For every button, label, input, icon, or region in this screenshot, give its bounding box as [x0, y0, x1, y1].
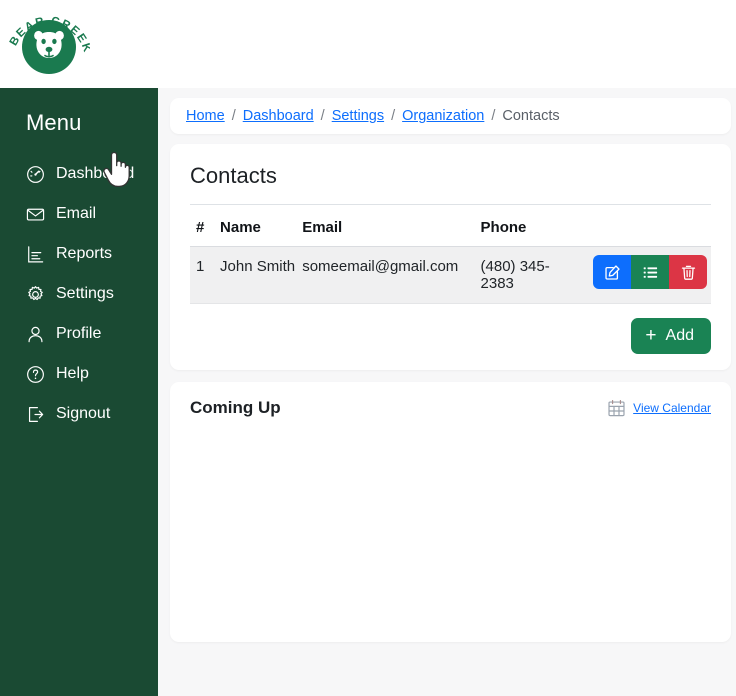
breadcrumb-item-settings[interactable]: Settings [332, 108, 384, 124]
plus-icon: + [645, 325, 657, 346]
sidebar-item-label: Signout [56, 405, 111, 422]
contacts-table-header: # Name Email Phone [190, 205, 711, 247]
sidebar-item-email[interactable]: Email [0, 194, 158, 234]
trash-icon [680, 264, 697, 281]
breadcrumb-separator: / [231, 108, 236, 124]
sidebar-item-profile[interactable]: Profile [0, 314, 158, 354]
main-content: Home / Dashboard / Settings / Organizati… [158, 88, 736, 696]
add-button-label: Add [665, 327, 694, 344]
sidebar-item-label: Email [56, 205, 97, 222]
envelope-icon [26, 205, 45, 224]
breadcrumb-separator: / [320, 108, 325, 124]
breadcrumb-item-contacts: Contacts [502, 108, 560, 124]
box-arrow-right-icon [26, 405, 45, 424]
cell-number: 1 [190, 246, 221, 304]
view-calendar-link[interactable]: View Calendar [633, 401, 711, 415]
bar-chart-icon [26, 245, 45, 264]
view-list-button[interactable] [631, 255, 669, 289]
coming-up-title: Coming Up [190, 398, 281, 417]
contacts-table: # Name Email Phone 1 John Smith someemai… [190, 205, 711, 304]
column-header-name: Name [220, 205, 303, 247]
gear-icon [26, 285, 45, 304]
sidebar: Menu Dashboard Email Reports Settings Pr… [0, 88, 158, 696]
cell-name: John Smith [220, 246, 303, 304]
add-row: + Add [190, 304, 711, 354]
app-header: BEAR CREEK [0, 0, 736, 88]
question-circle-icon [26, 365, 45, 384]
coming-up-card: Coming Up View Calendar [170, 382, 731, 642]
sidebar-item-settings[interactable]: Settings [0, 274, 158, 314]
breadcrumb-separator: / [391, 108, 396, 124]
pencil-square-icon [604, 264, 621, 281]
sidebar-nav: Dashboard Email Reports Settings Profile… [0, 154, 158, 434]
contacts-table-body: 1 John Smith someemail@gmail.com (480) 3… [190, 246, 711, 304]
cell-phone: (480) 345-2383 [480, 246, 581, 304]
breadcrumb: Home / Dashboard / Settings / Organizati… [170, 98, 731, 134]
column-header-phone: Phone [480, 205, 581, 247]
sidebar-item-dashboard[interactable]: Dashboard [0, 154, 158, 194]
speedometer-icon [26, 165, 45, 184]
breadcrumb-item-organization[interactable]: Organization [402, 108, 484, 124]
sidebar-item-label: Settings [56, 285, 114, 302]
cell-email: someemail@gmail.com [302, 246, 481, 304]
sidebar-item-help[interactable]: Help [0, 354, 158, 394]
breadcrumb-item-dashboard[interactable]: Dashboard [243, 108, 314, 124]
coming-up-header: Coming Up View Calendar [190, 398, 711, 418]
sidebar-item-label: Reports [56, 245, 113, 262]
view-calendar-link-group[interactable]: View Calendar [607, 399, 711, 418]
sidebar-item-signout[interactable]: Signout [0, 394, 158, 434]
row-action-button-group [593, 255, 707, 289]
breadcrumb-separator: / [491, 108, 496, 124]
table-row[interactable]: 1 John Smith someemail@gmail.com (480) 3… [190, 246, 711, 304]
column-header-email: Email [302, 205, 481, 247]
calendar-grid-icon [607, 399, 626, 418]
column-header-actions [580, 205, 711, 247]
list-ul-icon [642, 264, 659, 281]
sidebar-item-label: Dashboard [56, 165, 135, 182]
person-icon [26, 325, 45, 344]
cell-actions [580, 246, 711, 304]
sidebar-item-reports[interactable]: Reports [0, 234, 158, 274]
column-header-number: # [190, 205, 221, 247]
page-title: Contacts [190, 163, 277, 188]
sidebar-title: Menu [26, 110, 82, 135]
edit-contact-button[interactable] [593, 255, 631, 289]
sidebar-item-label: Profile [56, 325, 102, 342]
delete-contact-button[interactable] [669, 255, 707, 289]
bear-creek-logo[interactable]: BEAR CREEK [8, 6, 90, 82]
sidebar-item-label: Help [56, 365, 89, 382]
contacts-card: Contacts # Name Email Phone 1 John Smith… [170, 144, 731, 370]
table-header-row: # Name Email Phone [190, 205, 711, 247]
breadcrumb-item-home[interactable]: Home [186, 108, 225, 124]
add-contact-button[interactable]: + Add [631, 318, 711, 354]
